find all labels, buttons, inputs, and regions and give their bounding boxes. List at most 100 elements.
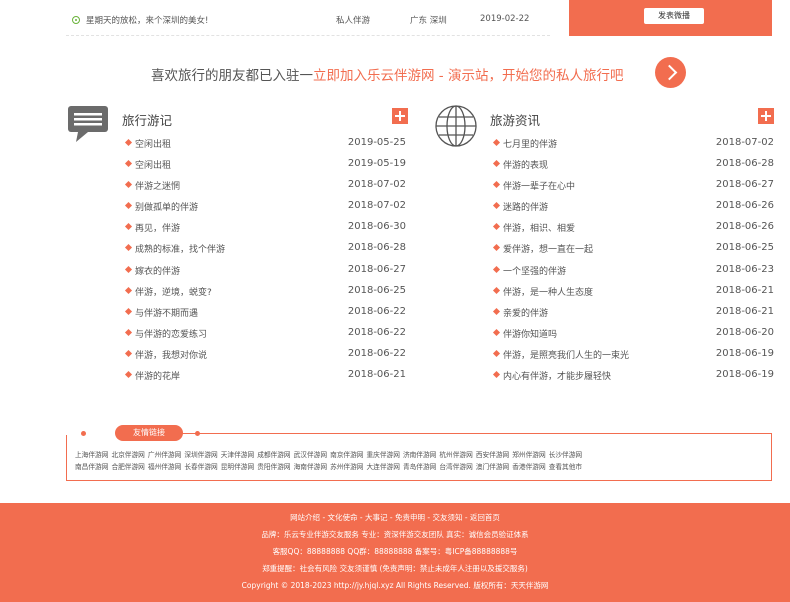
list-item[interactable]: 内心有伴游，才能步履轻快 2018-06-19 bbox=[492, 369, 774, 390]
friend-link[interactable]: 杭州伴游网 bbox=[439, 451, 472, 459]
diamond-bullet-icon bbox=[124, 202, 133, 210]
list-item-title[interactable]: 伴游，逆境，蜕变? bbox=[135, 285, 212, 298]
friend-link[interactable]: 大连伴游网 bbox=[367, 463, 400, 471]
arrow-right-icon[interactable] bbox=[655, 57, 686, 88]
list-item[interactable]: 伴游的表现 2018-06-28 bbox=[492, 158, 774, 179]
list-item[interactable]: 伴游，我想对你说 2018-06-22 bbox=[124, 348, 406, 369]
friend-link[interactable]: 长沙伴游网 bbox=[549, 451, 582, 459]
list-item-title[interactable]: 伴游之迷惘 bbox=[135, 179, 180, 192]
list-item-date: 2018-06-27 bbox=[715, 179, 774, 191]
friend-link[interactable]: 深圳伴游网 bbox=[184, 451, 217, 459]
diamond-bullet-icon bbox=[492, 138, 501, 147]
friend-link[interactable]: 澳门伴游网 bbox=[476, 463, 509, 471]
friend-link[interactable]: 西安伴游网 bbox=[476, 451, 509, 459]
friend-link[interactable]: 长春伴游网 bbox=[184, 463, 217, 471]
friend-link[interactable]: 昆明伴游网 bbox=[221, 463, 254, 471]
friend-link[interactable]: 北京伴游网 bbox=[111, 451, 144, 459]
list-item-date: 2018-07-02 bbox=[347, 179, 406, 191]
list-item[interactable]: 别做孤单的伴游 2018-07-02 bbox=[124, 200, 406, 221]
list-item-title[interactable]: 七月里的伴游 bbox=[503, 137, 557, 150]
friend-link[interactable]: 合肥伴游网 bbox=[111, 463, 144, 471]
list-item-title[interactable]: 空闲出租 bbox=[135, 137, 171, 150]
friend-link[interactable]: 贵阳伴游网 bbox=[257, 463, 290, 471]
list-item[interactable]: 伴游之迷惘 2018-07-02 bbox=[124, 179, 406, 200]
list-item-title[interactable]: 空闲出租 bbox=[135, 158, 171, 171]
plus-icon[interactable] bbox=[392, 108, 408, 124]
list-item-title[interactable]: 与伴游不期而遇 bbox=[135, 306, 198, 319]
list-item-title[interactable]: 成熟的标准，找个伴游 bbox=[135, 242, 225, 255]
diamond-bullet-icon bbox=[492, 244, 501, 252]
list-item[interactable]: 伴游，是一种人生态度 2018-06-21 bbox=[492, 285, 774, 306]
list-item-date: 2018-06-22 bbox=[347, 347, 406, 359]
list-item[interactable]: 嫁衣的伴游 2018-06-27 bbox=[124, 264, 406, 285]
friend-link[interactable]: 福州伴游网 bbox=[148, 463, 181, 471]
friend-link[interactable]: 海南伴游网 bbox=[294, 463, 327, 471]
friend-link[interactable]: 广州伴游网 bbox=[148, 451, 181, 459]
list-item-title[interactable]: 伴游，是一种人生态度 bbox=[503, 285, 593, 298]
list-item-date: 2018-06-22 bbox=[347, 305, 406, 317]
diamond-bullet-icon bbox=[492, 223, 501, 231]
join-banner-text: 喜欢旅行的朋友都已入驻一立即加入乐云伴游网 - 演示站，开始您的私人旅行吧 bbox=[151, 64, 623, 84]
footer-nav[interactable]: 网站介绍 - 文化使命 - 大事记 - 免责申明 - 交友须知 - 返回首页 bbox=[0, 512, 790, 523]
list-item[interactable]: 伴游一辈子在心中 2018-06-27 bbox=[492, 179, 774, 200]
list-item[interactable]: 空闲出租 2019-05-19 bbox=[124, 158, 406, 179]
list-item[interactable]: 与伴游不期而遇 2018-06-22 bbox=[124, 306, 406, 327]
list-item-title[interactable]: 伴游，我想对你说 bbox=[135, 348, 207, 361]
list-item[interactable]: 亲爱的伴游 2018-06-21 bbox=[492, 306, 774, 327]
friend-link[interactable]: 香港伴游网 bbox=[512, 463, 545, 471]
list-item[interactable]: 空闲出租 2019-05-25 bbox=[124, 137, 406, 158]
list-item-date: 2018-06-28 bbox=[715, 158, 774, 170]
join-banner-prefix: 喜欢旅行的朋友都已入驻一 bbox=[151, 68, 313, 84]
list-item[interactable]: 成熟的标准，找个伴游 2018-06-28 bbox=[124, 242, 406, 263]
list-item-title[interactable]: 伴游一辈子在心中 bbox=[503, 179, 575, 192]
friend-link[interactable]: 上海伴游网 bbox=[75, 451, 108, 459]
list-item[interactable]: 爱伴游，想一直在一起 2018-06-25 bbox=[492, 242, 774, 263]
list-item-title[interactable]: 再见，伴游 bbox=[135, 221, 180, 234]
friend-link[interactable]: 苏州伴游网 bbox=[330, 463, 363, 471]
friend-link[interactable]: 天津伴游网 bbox=[221, 451, 254, 459]
list-item-title[interactable]: 伴游的花岸 bbox=[135, 369, 180, 382]
list-item-title[interactable]: 一个坚强的伴游 bbox=[503, 264, 566, 277]
list-item[interactable]: 伴游，是照亮我们人生的一束光 2018-06-19 bbox=[492, 348, 774, 369]
list-item-title[interactable]: 嫁衣的伴游 bbox=[135, 264, 180, 277]
friend-link[interactable]: 武汉伴游网 bbox=[294, 451, 327, 459]
latest-post-category: 私人伴游 bbox=[336, 16, 371, 26]
list-item[interactable]: 伴游，相识、相爱 2018-06-26 bbox=[492, 221, 774, 242]
travel-notes-list: 空闲出租 2019-05-25 空闲出租 2019-05-19 伴游之迷惘 2018-07… bbox=[124, 137, 406, 390]
friend-link[interactable]: 重庆伴游网 bbox=[367, 451, 400, 459]
list-item[interactable]: 迷路的伴游 2018-06-26 bbox=[492, 200, 774, 221]
list-item[interactable]: 再见，伴游 2018-06-30 bbox=[124, 221, 406, 242]
list-item-title[interactable]: 别做孤单的伴游 bbox=[135, 200, 198, 213]
list-item[interactable]: 伴游，逆境，蜕变? 2018-06-25 bbox=[124, 285, 406, 306]
list-item-date: 2018-06-22 bbox=[347, 326, 406, 338]
list-item-title[interactable]: 爱伴游，想一直在一起 bbox=[503, 242, 593, 255]
list-item[interactable]: 伴游的花岸 2018-06-21 bbox=[124, 369, 406, 390]
friend-link[interactable]: 南京伴游网 bbox=[330, 451, 363, 459]
friend-link[interactable]: 南昌伴游网 bbox=[75, 463, 108, 471]
list-item[interactable]: 一个坚强的伴游 2018-06-23 bbox=[492, 264, 774, 285]
friend-link[interactable]: 青岛伴游网 bbox=[403, 463, 436, 471]
latest-post-title[interactable]: 星期天的放松，来个深圳的美女! bbox=[86, 14, 208, 26]
list-item-title[interactable]: 与伴游的恋爱练习 bbox=[135, 327, 207, 340]
plus-icon[interactable] bbox=[758, 108, 774, 124]
latest-post-row[interactable]: 星期天的放松，来个深圳的美女! 私人伴游 广东 深圳 2019-02-22 bbox=[66, 13, 550, 29]
list-item[interactable]: 七月里的伴游 2018-07-02 bbox=[492, 137, 774, 158]
post-weibo-button[interactable]: 发表微播 bbox=[644, 8, 704, 24]
list-item-title[interactable]: 内心有伴游，才能步履轻快 bbox=[503, 369, 611, 382]
list-item-title[interactable]: 伴游，相识、相爱 bbox=[503, 221, 575, 234]
list-item-title[interactable]: 亲爱的伴游 bbox=[503, 306, 548, 319]
list-item-title[interactable]: 迷路的伴游 bbox=[503, 200, 548, 213]
friend-link[interactable]: 郑州伴游网 bbox=[512, 451, 545, 459]
friend-link[interactable]: 查看其他市 bbox=[549, 463, 582, 471]
list-item[interactable]: 与伴游的恋爱练习 2018-06-22 bbox=[124, 327, 406, 348]
list-item-title[interactable]: 伴游你知道吗 bbox=[503, 327, 557, 340]
friend-link[interactable]: 济南伴游网 bbox=[403, 451, 436, 459]
list-item-title[interactable]: 伴游的表现 bbox=[503, 158, 548, 171]
diamond-bullet-icon bbox=[124, 370, 133, 379]
friend-link[interactable]: 成都伴游网 bbox=[257, 451, 290, 459]
friend-link[interactable]: 台湾伴游网 bbox=[439, 463, 472, 471]
list-item-title[interactable]: 伴游，是照亮我们人生的一束光 bbox=[503, 348, 629, 361]
join-link[interactable]: 立即加入乐云伴游网 - 演示站，开始您的私人旅行吧 bbox=[313, 68, 623, 84]
list-item[interactable]: 伴游你知道吗 2018-06-20 bbox=[492, 327, 774, 348]
friend-links-row: 南昌伴游网 合肥伴游网 福州伴游网 长春伴游网 昆明伴游网 贵阳伴游网 海南伴游网 苏州伴游网… bbox=[75, 461, 585, 471]
